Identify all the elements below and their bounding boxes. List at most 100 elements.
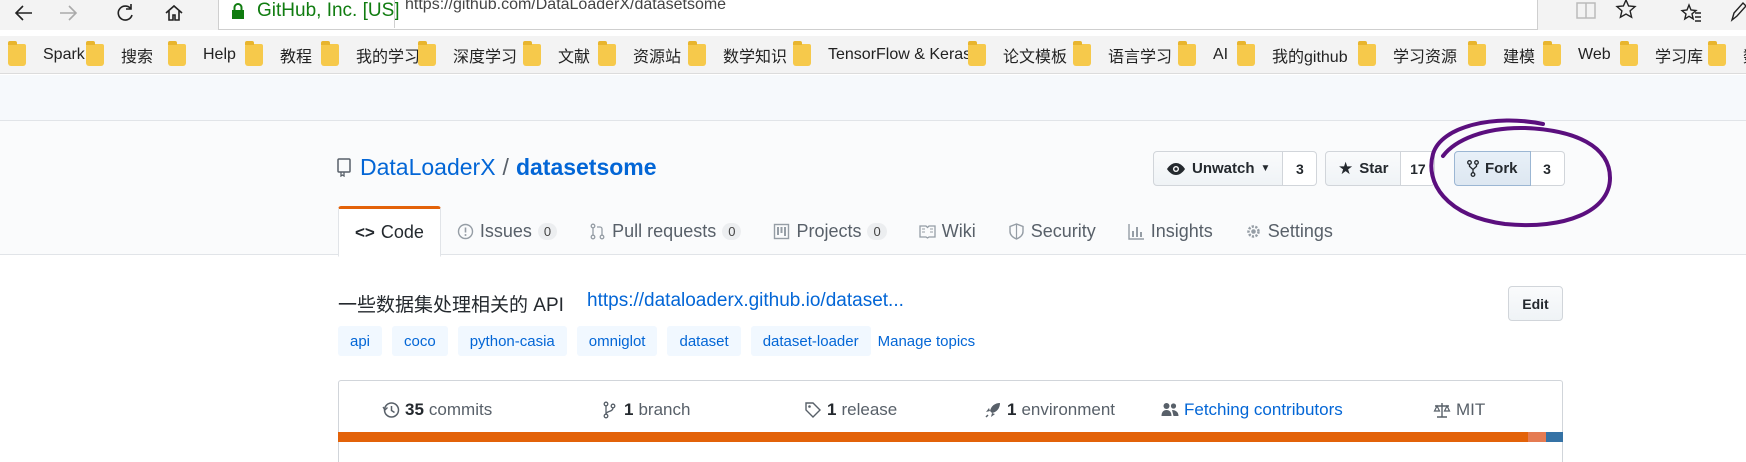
- url-text[interactable]: https://github.com/DataLoaderX/datasetso…: [405, 0, 726, 14]
- bookmark-label: 文献: [558, 49, 591, 66]
- bookmark-folder[interactable]: 数学知识: [688, 41, 787, 66]
- bookmark-folder[interactable]: AI: [1178, 41, 1228, 66]
- branches-link[interactable]: 1 branch: [601, 398, 690, 422]
- bookmark-folder[interactable]: 论文模板: [968, 41, 1068, 66]
- star-count[interactable]: 17: [1401, 151, 1436, 186]
- topic-tag[interactable]: coco: [392, 326, 448, 356]
- bookmark-folder[interactable]: Web: [1543, 41, 1611, 66]
- folder-icon: [598, 41, 616, 66]
- site-identity[interactable]: GitHub, Inc. [US]: [257, 0, 400, 22]
- issues-counter: 0: [537, 222, 558, 240]
- bookmark-folder[interactable]: 学习资源: [1358, 41, 1457, 66]
- tab-wiki[interactable]: Wiki: [903, 206, 992, 256]
- bookmark-folder[interactable]: 建模: [1468, 41, 1535, 66]
- fork-button[interactable]: Fork: [1454, 151, 1531, 186]
- tab-security[interactable]: Security: [992, 206, 1112, 256]
- contributors-label: Fetching contributors: [1184, 400, 1343, 419]
- commits-link[interactable]: 35 commits: [382, 398, 492, 422]
- tab-issues[interactable]: Issues 0: [441, 206, 573, 256]
- bookmark-folder[interactable]: 我的学习: [321, 41, 420, 66]
- tab-label: Code: [380, 222, 424, 242]
- bookmark-folder[interactable]: 语言学习: [1073, 41, 1172, 66]
- arrow-left-icon: [14, 5, 32, 21]
- unwatch-button[interactable]: Unwatch ▼: [1153, 151, 1284, 186]
- bookmark-folder[interactable]: 资源站: [598, 41, 681, 66]
- bookmark-folder[interactable]: Spark: [8, 41, 85, 66]
- topic-tag[interactable]: dataset-loader: [750, 326, 871, 356]
- unwatch-label: Unwatch: [1192, 160, 1255, 177]
- project-icon: [774, 223, 790, 239]
- repo-name-link[interactable]: datasetsome: [516, 154, 657, 180]
- folder-icon: [968, 41, 986, 66]
- tab-code[interactable]: <> Code: [338, 206, 441, 257]
- tab-label: Pull requests: [612, 220, 717, 241]
- bookmark-folder[interactable]: 数: [1708, 41, 1746, 66]
- watch-count[interactable]: 3: [1283, 151, 1318, 186]
- caret-down-icon: ▼: [1260, 163, 1271, 174]
- tab-label: Insights: [1150, 220, 1213, 241]
- law-icon: [1433, 403, 1451, 418]
- tab-insights[interactable]: Insights: [1112, 206, 1229, 256]
- bookmark-folder[interactable]: 搜索: [86, 41, 154, 66]
- environments-link[interactable]: 1 environment: [984, 398, 1115, 422]
- bookmark-folder[interactable]: 教程: [245, 41, 312, 66]
- back-button[interactable]: [6, 0, 42, 26]
- refresh-button[interactable]: [107, 0, 143, 26]
- environments-count: 1: [1007, 400, 1017, 419]
- folder-icon: [1073, 41, 1091, 66]
- repo-homepage-link[interactable]: https://dataloaderx.github.io/dataset...: [587, 290, 904, 312]
- branches-count: 1: [624, 400, 634, 419]
- favorites-hub-icon[interactable]: [1680, 2, 1702, 24]
- bookmark-folder[interactable]: 深度学习: [418, 41, 517, 66]
- book-icon: [919, 224, 936, 239]
- people-icon: [1161, 403, 1179, 416]
- contributors-link[interactable]: Fetching contributors: [1161, 398, 1343, 422]
- license-label: MIT: [1456, 400, 1486, 419]
- bookmark-label: Spark: [43, 46, 85, 63]
- repo-owner-link[interactable]: DataLoaderX: [360, 154, 496, 180]
- topic-tag[interactable]: omniglot: [576, 326, 658, 356]
- tab-projects[interactable]: Projects 0: [757, 206, 902, 256]
- fork-group: Fork 3: [1454, 151, 1565, 186]
- browser-nav-bar: GitHub, Inc. [US] https://github.com/Dat…: [0, 0, 1746, 30]
- license-link[interactable]: MIT: [1433, 398, 1485, 422]
- folder-icon: [168, 41, 186, 66]
- tab-pull-requests[interactable]: Pull requests 0: [573, 206, 757, 256]
- topic-tag[interactable]: dataset: [667, 326, 741, 356]
- folder-icon: [86, 41, 104, 66]
- bookmark-label: 论文模板: [1003, 49, 1068, 66]
- topic-tag[interactable]: api: [338, 326, 383, 356]
- language-bar[interactable]: [338, 432, 1563, 442]
- fork-count[interactable]: 3: [1530, 151, 1565, 186]
- bookmark-folder[interactable]: Help: [168, 41, 236, 66]
- watch-group: Unwatch ▼ 3: [1153, 151, 1318, 186]
- address-bar[interactable]: GitHub, Inc. [US] https://github.com/Dat…: [218, 0, 1637, 30]
- forward-button[interactable]: [50, 0, 86, 26]
- star-icon: ★: [1338, 158, 1354, 178]
- bookmark-label: TensorFlow & Keras: [828, 46, 972, 63]
- favorite-star-icon[interactable]: [1615, 0, 1637, 20]
- repo-header: DataLoaderX / datasetsome Unwatch ▼ 3 ★ St…: [0, 120, 1746, 257]
- tab-settings[interactable]: Settings: [1229, 206, 1349, 256]
- folder-icon: [1237, 41, 1255, 66]
- branch-icon: [603, 401, 616, 419]
- repo-description: 一些数据集处理相关的 API: [338, 295, 564, 316]
- web-note-icon[interactable]: [1728, 0, 1746, 22]
- reading-view-icon[interactable]: [1575, 0, 1597, 20]
- topic-tag[interactable]: python-casia: [457, 326, 567, 356]
- bookmark-label: 搜索: [121, 49, 154, 66]
- bookmark-folder[interactable]: 学习库: [1620, 41, 1703, 66]
- repo-title-separator: /: [502, 154, 509, 180]
- star-button[interactable]: ★ Star: [1325, 151, 1402, 186]
- projects-counter: 0: [867, 222, 887, 240]
- releases-count: 1: [827, 400, 837, 419]
- bookmark-folder[interactable]: 文献: [523, 41, 591, 66]
- folder-icon: [1708, 41, 1726, 66]
- home-button[interactable]: [156, 0, 192, 26]
- edit-description-button[interactable]: Edit: [1508, 286, 1563, 321]
- bookmark-folder[interactable]: 我的github: [1237, 41, 1348, 66]
- bookmark-folder[interactable]: TensorFlow & Keras: [793, 41, 972, 66]
- manage-topics-link[interactable]: Manage topics: [878, 333, 976, 350]
- eye-icon: [1167, 162, 1185, 175]
- releases-link[interactable]: 1 release: [804, 398, 897, 422]
